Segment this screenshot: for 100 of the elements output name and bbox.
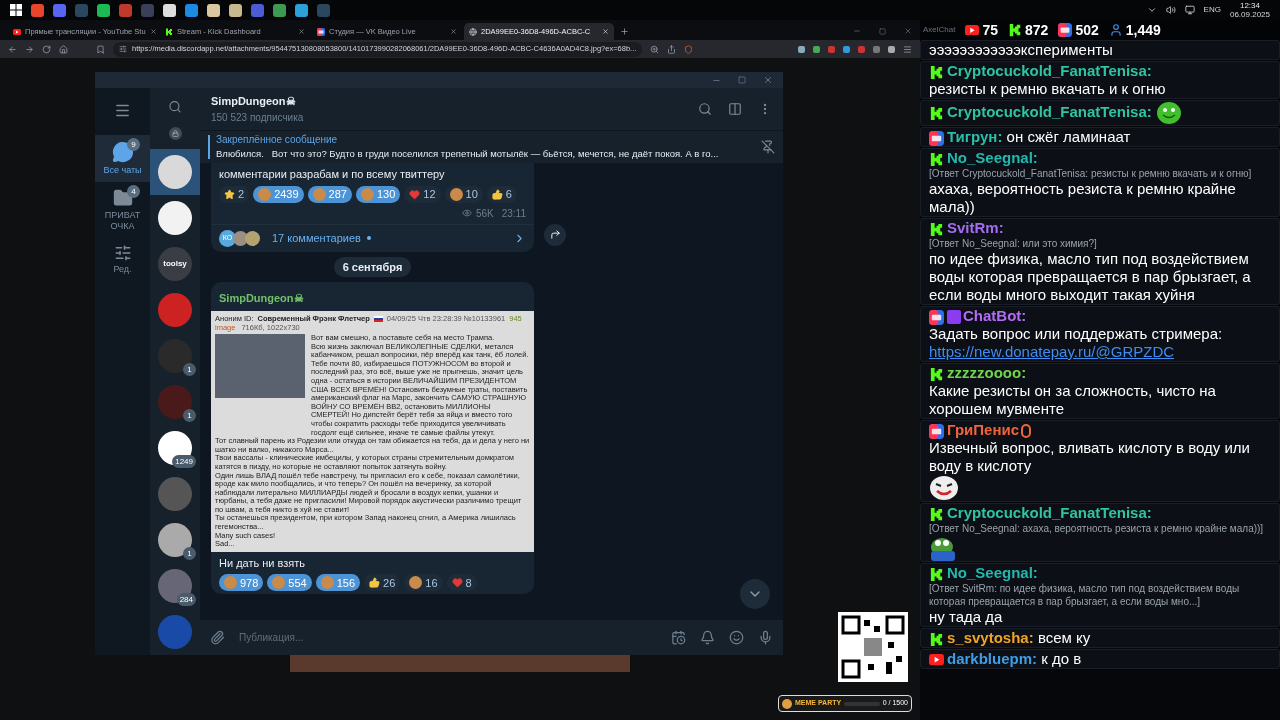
forward-icon[interactable]	[25, 44, 34, 54]
clock-date: 06.09.2025	[1229, 10, 1270, 19]
reload-icon[interactable]	[42, 44, 51, 54]
avatar	[158, 431, 192, 465]
dog-icon	[782, 698, 792, 709]
chat-text: Какие резисты он за сложность, чисто на хорошем мувменте	[929, 382, 1217, 418]
chat-author: Cryptocuckold_FanatTenisa:	[947, 102, 1152, 120]
view-count: 56K	[475, 206, 494, 221]
sticker-icon	[360, 187, 374, 201]
back-icon[interactable]	[8, 44, 17, 54]
scroll-down-button[interactable]	[740, 579, 770, 609]
app-icon[interactable]	[97, 3, 110, 17]
bookmark-icon[interactable]	[96, 44, 105, 54]
star-icon	[224, 188, 235, 200]
app-icon[interactable]	[163, 3, 176, 17]
app-icon[interactable]	[207, 3, 220, 17]
reaction-chip[interactable]: 16	[404, 574, 443, 592]
chat-list-item[interactable]: toolsy	[150, 241, 200, 287]
new-tab-icon[interactable]	[620, 27, 629, 36]
message-input[interactable]: Публикация...	[239, 630, 657, 645]
app-icon[interactable]	[295, 3, 308, 17]
sticker-icon	[272, 576, 286, 590]
reaction-chip[interactable]: 2	[219, 185, 250, 203]
close-icon[interactable]	[450, 28, 457, 35]
chat-list-item[interactable]: 1	[150, 517, 200, 563]
reply-quote: [Ответ SvitRm: по идее физика, масло тип под воздействием воды которая превращается в пар брызгает, а если воды мно...]	[929, 582, 1241, 608]
close-icon[interactable]	[149, 28, 157, 35]
chat-bubbles-icon	[111, 141, 134, 163]
viewer-count: 75	[982, 20, 999, 40]
network-icon[interactable]	[1184, 5, 1195, 15]
sidebar-toggle-icon[interactable]	[728, 102, 742, 116]
platform-icon	[1008, 23, 1023, 37]
microphone-icon[interactable]	[758, 630, 773, 645]
home-icon[interactable]	[59, 44, 68, 54]
menu-icon[interactable]	[114, 102, 131, 119]
heart-icon	[451, 577, 463, 589]
emoji-icon[interactable]	[729, 630, 744, 645]
chat-text: Задать вопрос или поддержать стримера:	[929, 325, 1223, 343]
share-button[interactable]	[544, 223, 566, 246]
sticker-icon	[312, 187, 326, 201]
tab-favicon-icon	[317, 27, 325, 36]
thumbs-up-icon	[491, 188, 503, 200]
pinned-label: Закреплённое сообщение	[216, 133, 339, 148]
chat-author: s_svytosha:	[947, 629, 1034, 646]
unread-badge: 1	[183, 363, 196, 376]
chat-author: Cryptocuckold_FanatTenisa:	[947, 504, 1152, 521]
folder-label: ПРИВАТОЧКА	[103, 210, 142, 232]
folder-tab[interactable]: 9 Все чаты	[95, 135, 150, 182]
unread-badge: 4	[127, 185, 140, 198]
language-indicator[interactable]: ENG	[1203, 4, 1221, 16]
folder-label: Ред.	[112, 264, 133, 275]
chat-list-item[interactable]: 284	[150, 563, 200, 609]
bell-icon[interactable]	[700, 630, 715, 645]
commenter-avatar	[245, 230, 260, 246]
close-icon[interactable]	[763, 75, 773, 85]
volume-icon[interactable]	[1165, 5, 1176, 15]
reaction-chip[interactable]: 6	[486, 185, 517, 203]
zoom-icon[interactable]	[650, 44, 660, 54]
reaction-chip[interactable]: 10	[444, 185, 483, 203]
donation-link[interactable]: https://new.donatepay.ru/@GRPZDC	[929, 343, 1175, 360]
tab-favicon-icon	[13, 28, 21, 35]
folder-tab[interactable]: 4 ПРИВАТОЧКА	[95, 182, 150, 238]
reply-quote: [Ответ Cryptocuckold_FanatTenisa: резисты к ремню вкачать и к огню]	[929, 167, 1253, 180]
app-title: AxelChat	[923, 24, 956, 36]
chat-author: SvitRm:	[947, 219, 1004, 236]
chat-list-item[interactable]: 1	[150, 333, 200, 379]
close-icon[interactable]	[298, 28, 305, 35]
chat-author: No_Seegnal:	[947, 564, 1038, 581]
avatar	[158, 615, 192, 649]
smiley-emote-icon	[1155, 101, 1182, 125]
reaction-chip[interactable]: 12	[404, 185, 441, 203]
archive-icon[interactable]	[168, 127, 182, 140]
attach-icon[interactable]	[210, 630, 225, 645]
platform-icon	[929, 566, 944, 582]
unpin-icon[interactable]	[761, 140, 775, 154]
platform-icon	[929, 631, 944, 647]
close-icon[interactable]	[904, 27, 912, 35]
search-icon[interactable]	[168, 100, 182, 114]
sticker-icon	[320, 576, 334, 590]
unread-badge: 1	[183, 547, 196, 560]
share-icon[interactable]	[667, 44, 677, 54]
channel-title: SimpDungeon☠	[211, 94, 297, 110]
app-icon[interactable]	[229, 3, 242, 17]
search-icon[interactable]	[698, 102, 712, 116]
chat-list-item[interactable]: 1	[150, 379, 200, 425]
platform-icon	[929, 309, 944, 325]
avatar	[158, 201, 192, 235]
reaction-chip[interactable]: 26	[364, 574, 401, 592]
sticker-icon	[224, 576, 237, 590]
qr-code-drawing	[838, 612, 908, 682]
chat-list-item[interactable]: 1249	[150, 425, 200, 471]
schedule-icon[interactable]	[671, 630, 686, 645]
start-icon[interactable]	[10, 4, 22, 16]
tray-chevron-icon[interactable]	[1146, 5, 1157, 15]
symbol-icon	[1021, 424, 1032, 439]
shield-icon[interactable]	[684, 44, 694, 54]
reaction-chip[interactable]: 8	[446, 574, 477, 592]
platform-icon	[1058, 23, 1073, 37]
folder-tab[interactable]: Ред.	[95, 238, 150, 281]
menu-icon[interactable]	[903, 44, 912, 54]
